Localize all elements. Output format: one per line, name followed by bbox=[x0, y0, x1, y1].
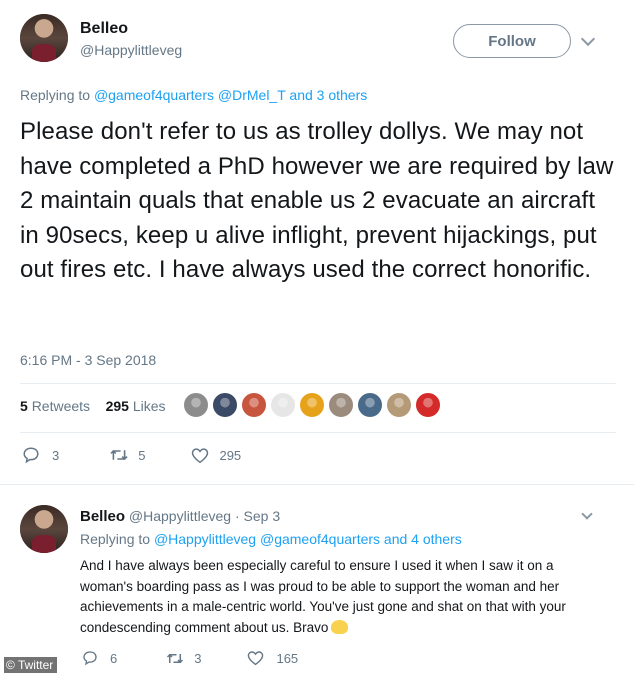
liker-avatar-sunflower[interactable] bbox=[299, 392, 325, 418]
replying-mentions-link[interactable]: @gameof4quarters @DrMel_T bbox=[94, 87, 286, 103]
liker-avatar-gray[interactable] bbox=[183, 392, 209, 418]
replying-to: Replying to @gameof4quarters @DrMel_T an… bbox=[20, 87, 367, 103]
reply-count: 3 bbox=[52, 447, 60, 463]
reply-author-name[interactable]: Belleo bbox=[80, 508, 125, 525]
tweet-text: Please don't refer to us as trolley doll… bbox=[20, 118, 614, 283]
divider bbox=[20, 432, 616, 433]
reply-replying-prefix: Replying to bbox=[80, 531, 154, 547]
reply-separator: · bbox=[231, 508, 244, 524]
liker-avatar-symbol[interactable] bbox=[270, 392, 296, 418]
like-count: 295 bbox=[219, 447, 242, 463]
reply-like-count: 165 bbox=[276, 650, 299, 666]
likes-label: Likes bbox=[132, 398, 166, 414]
reply-date[interactable]: Sep 3 bbox=[244, 508, 281, 524]
reply-replying-mentions-link[interactable]: @Happylittleveg @gameof4quarters bbox=[154, 531, 380, 547]
author-name[interactable]: Belleo bbox=[80, 20, 128, 38]
liker-avatar-sheep[interactable] bbox=[241, 392, 267, 418]
follow-button[interactable]: Follow bbox=[453, 24, 571, 58]
retweets-stat[interactable]: 5 Retweets bbox=[20, 398, 90, 414]
chevron-down-icon[interactable] bbox=[580, 31, 596, 47]
reply-author-handle[interactable]: @Happylittleveg bbox=[129, 508, 231, 524]
tweet-actions: 3 5 295 bbox=[22, 446, 241, 464]
retweets-count: 5 bbox=[20, 398, 28, 414]
reply-reply-count: 6 bbox=[110, 650, 118, 666]
liker-avatar-red[interactable] bbox=[415, 392, 441, 418]
replying-prefix: Replying to bbox=[20, 87, 94, 103]
reply-tweet-text: And I have always been especially carefu… bbox=[80, 558, 566, 635]
reply-retweet-action[interactable]: 3 bbox=[165, 651, 201, 666]
clapping-hands-emoji-icon bbox=[331, 619, 349, 634]
engagement-stats: 5 Retweets 295 Likes bbox=[20, 398, 166, 414]
tweet-timestamp[interactable]: 6:16 PM - 3 Sep 2018 bbox=[20, 352, 156, 368]
retweet-icon bbox=[109, 447, 129, 463]
reply-heart-icon bbox=[247, 650, 264, 666]
heart-icon bbox=[191, 447, 209, 464]
divider bbox=[20, 383, 616, 384]
retweets-label: Retweets bbox=[31, 398, 91, 414]
author-handle[interactable]: @Happylittleveg bbox=[80, 42, 182, 58]
watermark: © Twitter bbox=[4, 657, 58, 673]
liker-avatar-portrait[interactable] bbox=[386, 392, 412, 418]
likes-stat[interactable]: 295 Likes bbox=[106, 398, 166, 414]
likes-count: 295 bbox=[105, 398, 129, 414]
reply-tweet-text-container: And I have always been especially carefu… bbox=[80, 556, 580, 638]
reply-retweet-count: 3 bbox=[194, 650, 202, 666]
reply-header: Belleo @Happylittleveg · Sep 3 bbox=[80, 508, 280, 525]
liker-avatar-hedgehog[interactable] bbox=[328, 392, 354, 418]
reply-action[interactable]: 3 bbox=[22, 446, 59, 464]
retweet-action[interactable]: 5 bbox=[109, 447, 145, 463]
reply-reply-icon bbox=[82, 650, 98, 666]
reply-replying-to: Replying to @Happylittleveg @gameof4quar… bbox=[80, 531, 462, 547]
divider bbox=[0, 484, 634, 485]
liker-avatar-dark-blue[interactable] bbox=[212, 392, 238, 418]
reply-actions: 6 3 165 bbox=[82, 650, 298, 666]
reply-author-avatar[interactable] bbox=[20, 505, 68, 553]
replying-others-link[interactable]: and 3 others bbox=[286, 87, 367, 103]
reply-chevron-down-icon[interactable] bbox=[581, 508, 593, 520]
reply-replying-others-link[interactable]: and 4 others bbox=[380, 531, 462, 547]
author-avatar[interactable] bbox=[20, 14, 68, 62]
reply-icon bbox=[22, 446, 40, 464]
reply-retweet-icon bbox=[165, 651, 185, 666]
reply-like-action[interactable]: 165 bbox=[247, 650, 298, 666]
like-action[interactable]: 295 bbox=[191, 447, 241, 464]
likers-avatars bbox=[183, 392, 444, 420]
retweet-count: 5 bbox=[138, 447, 146, 463]
liker-avatar-person[interactable] bbox=[357, 392, 383, 418]
reply-reply-action[interactable]: 6 bbox=[82, 650, 117, 666]
